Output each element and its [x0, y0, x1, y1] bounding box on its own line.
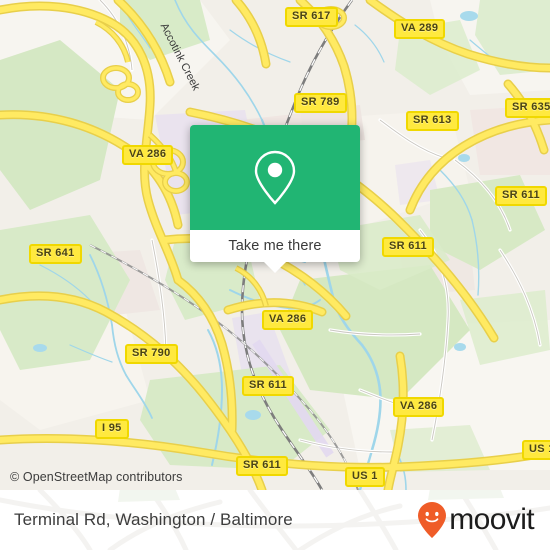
road-shield: SR 789: [294, 93, 347, 113]
road-shield: I 95: [95, 419, 129, 439]
footer-content: Terminal Rd, Washington / Baltimore moov…: [0, 490, 550, 550]
popup-image-area: [190, 125, 360, 230]
road-shield: VA 289: [394, 19, 446, 39]
road-shield: US 1: [345, 467, 385, 487]
map-pin-icon: [254, 150, 296, 205]
road-shield: VA 286: [262, 310, 314, 330]
road-shield: SR 635: [505, 98, 550, 118]
road-shield: SR 611: [236, 456, 288, 476]
take-me-there-button[interactable]: Take me there: [190, 230, 360, 273]
map-canvas[interactable]: Accotink Creek SR 617 VA 289 SR 789 SR 613 S…: [0, 0, 550, 490]
road-shield: SR 613: [406, 111, 459, 131]
location-popup-card[interactable]: Take me there: [190, 125, 360, 273]
road-shield: US 1: [522, 440, 550, 460]
road-shield: SR 611: [495, 186, 547, 206]
moovit-brand: moovit: [417, 501, 535, 539]
popup-pointer-tail: [264, 262, 286, 273]
road-shield: SR 790: [125, 344, 178, 364]
moovit-smiley-pin-icon: [418, 502, 447, 538]
road-shield: SR 617: [285, 7, 338, 27]
take-me-there-label: Take me there: [228, 238, 322, 254]
footer-bar: Terminal Rd, Washington / Baltimore moov…: [0, 490, 550, 550]
road-shield: SR 641: [29, 244, 82, 264]
road-shield: VA 286: [122, 145, 174, 165]
road-shield: SR 611: [242, 376, 294, 396]
osm-attribution[interactable]: © OpenStreetMap contributors: [10, 470, 183, 484]
location-title: Terminal Rd, Washington / Baltimore: [14, 510, 293, 529]
map-screenshot: Accotink Creek SR 617 VA 289 SR 789 SR 613 S…: [0, 0, 550, 550]
road-shield: VA 286: [393, 397, 445, 417]
moovit-wordmark: moovit: [449, 503, 534, 536]
road-shield: SR 611: [382, 237, 434, 257]
